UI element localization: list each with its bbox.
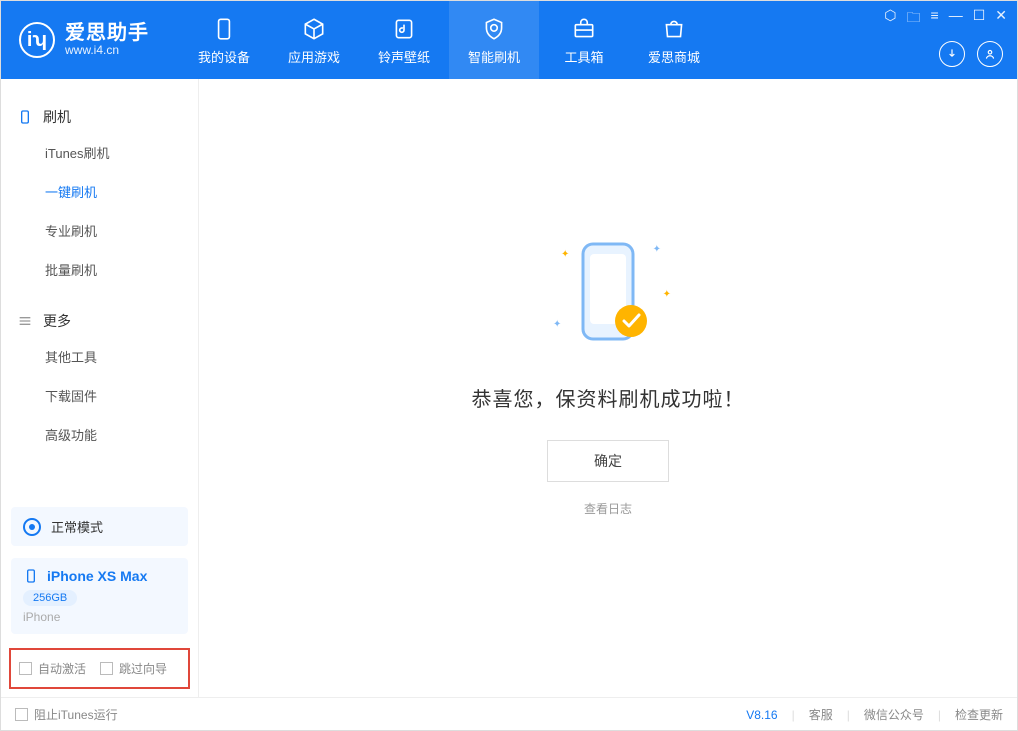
version-label: V8.16: [746, 708, 777, 722]
tab-label: 铃声壁纸: [378, 47, 430, 66]
storage-badge: 256GB: [23, 590, 77, 606]
view-log-link[interactable]: 查看日志: [584, 500, 632, 517]
device-name-row: iPhone XS Max: [23, 568, 176, 584]
tab-apps[interactable]: 应用游戏: [269, 1, 359, 79]
user-button[interactable]: [977, 41, 1003, 67]
sidebar-item-itunes-flash[interactable]: iTunes刷机: [1, 133, 198, 172]
success-illustration: ✦ ✦ ✦ ✦: [543, 229, 673, 359]
mode-box[interactable]: 正常模式: [11, 507, 188, 546]
options-row: 自动激活 跳过向导: [9, 648, 190, 689]
checkbox-label: 跳过向导: [119, 660, 167, 677]
group-title: 刷机: [43, 107, 71, 127]
mode-icon: [23, 518, 41, 536]
device-box[interactable]: iPhone XS Max 256GB iPhone: [11, 558, 188, 634]
toolbox-icon: [570, 15, 598, 43]
menu-icon[interactable]: ≡: [931, 7, 939, 31]
device-small-icon: [23, 568, 39, 584]
tab-toolbox[interactable]: 工具箱: [539, 1, 629, 79]
checkbox-block-itunes[interactable]: 阻止iTunes运行: [15, 706, 118, 723]
music-icon: [390, 15, 418, 43]
cube-icon: [300, 15, 328, 43]
header: iʮ 爱思助手 www.i4.cn 我的设备 应用游戏 铃声壁纸 智能刷机 工具…: [1, 1, 1017, 79]
sidebar-group-more: 更多: [1, 305, 198, 337]
checkbox-auto-activate[interactable]: 自动激活: [19, 660, 86, 677]
shirt-icon[interactable]: ⬡: [884, 7, 896, 31]
maximize-button[interactable]: ☐: [973, 7, 986, 31]
tab-label: 应用游戏: [288, 47, 340, 66]
checkbox-label: 阻止iTunes运行: [34, 706, 118, 723]
sidebar-item-other-tools[interactable]: 其他工具: [1, 337, 198, 376]
app-site: www.i4.cn: [65, 44, 149, 57]
header-right-buttons: [939, 41, 1003, 67]
tab-label: 智能刷机: [468, 47, 520, 66]
download-button[interactable]: [939, 41, 965, 67]
store-icon: [660, 15, 688, 43]
tab-label: 工具箱: [564, 47, 603, 66]
shield-icon: [480, 15, 508, 43]
ok-button[interactable]: 确定: [547, 440, 669, 482]
tab-flash[interactable]: 智能刷机: [449, 1, 539, 79]
top-tabs: 我的设备 应用游戏 铃声壁纸 智能刷机 工具箱 爱思商城: [179, 1, 719, 79]
content-area: ✦ ✦ ✦ ✦ 恭喜您，保资料刷机成功啦！ 确定 查看日志: [199, 79, 1017, 697]
phone-icon: [17, 109, 33, 125]
window-controls-top: ⬡ 🗀 ≡ — ☐ ✕: [884, 7, 1007, 31]
sidebar-item-oneclick-flash[interactable]: 一键刷机: [1, 172, 198, 211]
tab-store[interactable]: 爱思商城: [629, 1, 719, 79]
success-message: 恭喜您，保资料刷机成功啦！: [472, 383, 745, 412]
sidebar-item-pro-flash[interactable]: 专业刷机: [1, 211, 198, 250]
footer: 阻止iTunes运行 V8.16 | 客服 | 微信公众号 | 检查更新: [1, 697, 1017, 731]
sidebar-item-advanced[interactable]: 高级功能: [1, 415, 198, 454]
logo-icon: iʮ: [19, 22, 55, 58]
support-link[interactable]: 客服: [809, 706, 833, 723]
minimize-button[interactable]: —: [949, 7, 963, 31]
device-name: iPhone XS Max: [47, 568, 147, 584]
group-title: 更多: [43, 311, 71, 331]
sidebar-group-flash: 刷机: [1, 101, 198, 133]
checkbox-skip-guide[interactable]: 跳过向导: [100, 660, 167, 677]
tab-my-device[interactable]: 我的设备: [179, 1, 269, 79]
sidebar-item-download-firmware[interactable]: 下载固件: [1, 376, 198, 415]
logo-area: iʮ 爱思助手 www.i4.cn: [1, 22, 167, 58]
app-name: 爱思助手: [65, 22, 149, 44]
mode-label: 正常模式: [51, 517, 103, 536]
checkbox-label: 自动激活: [38, 660, 86, 677]
tab-ringtones[interactable]: 铃声壁纸: [359, 1, 449, 79]
tab-label: 我的设备: [198, 47, 250, 66]
main-area: 刷机 iTunes刷机 一键刷机 专业刷机 批量刷机 更多 其他工具 下载固件 …: [1, 79, 1017, 697]
wechat-link[interactable]: 微信公众号: [864, 706, 924, 723]
close-button[interactable]: ✕: [995, 7, 1007, 31]
device-icon: [210, 15, 238, 43]
sidebar: 刷机 iTunes刷机 一键刷机 专业刷机 批量刷机 更多 其他工具 下载固件 …: [1, 79, 199, 697]
check-update-link[interactable]: 检查更新: [955, 706, 1003, 723]
device-type: iPhone: [23, 610, 176, 624]
list-icon: [17, 313, 33, 329]
lock-icon[interactable]: 🗀: [907, 7, 921, 31]
tab-label: 爱思商城: [648, 47, 700, 66]
sidebar-item-batch-flash[interactable]: 批量刷机: [1, 250, 198, 289]
